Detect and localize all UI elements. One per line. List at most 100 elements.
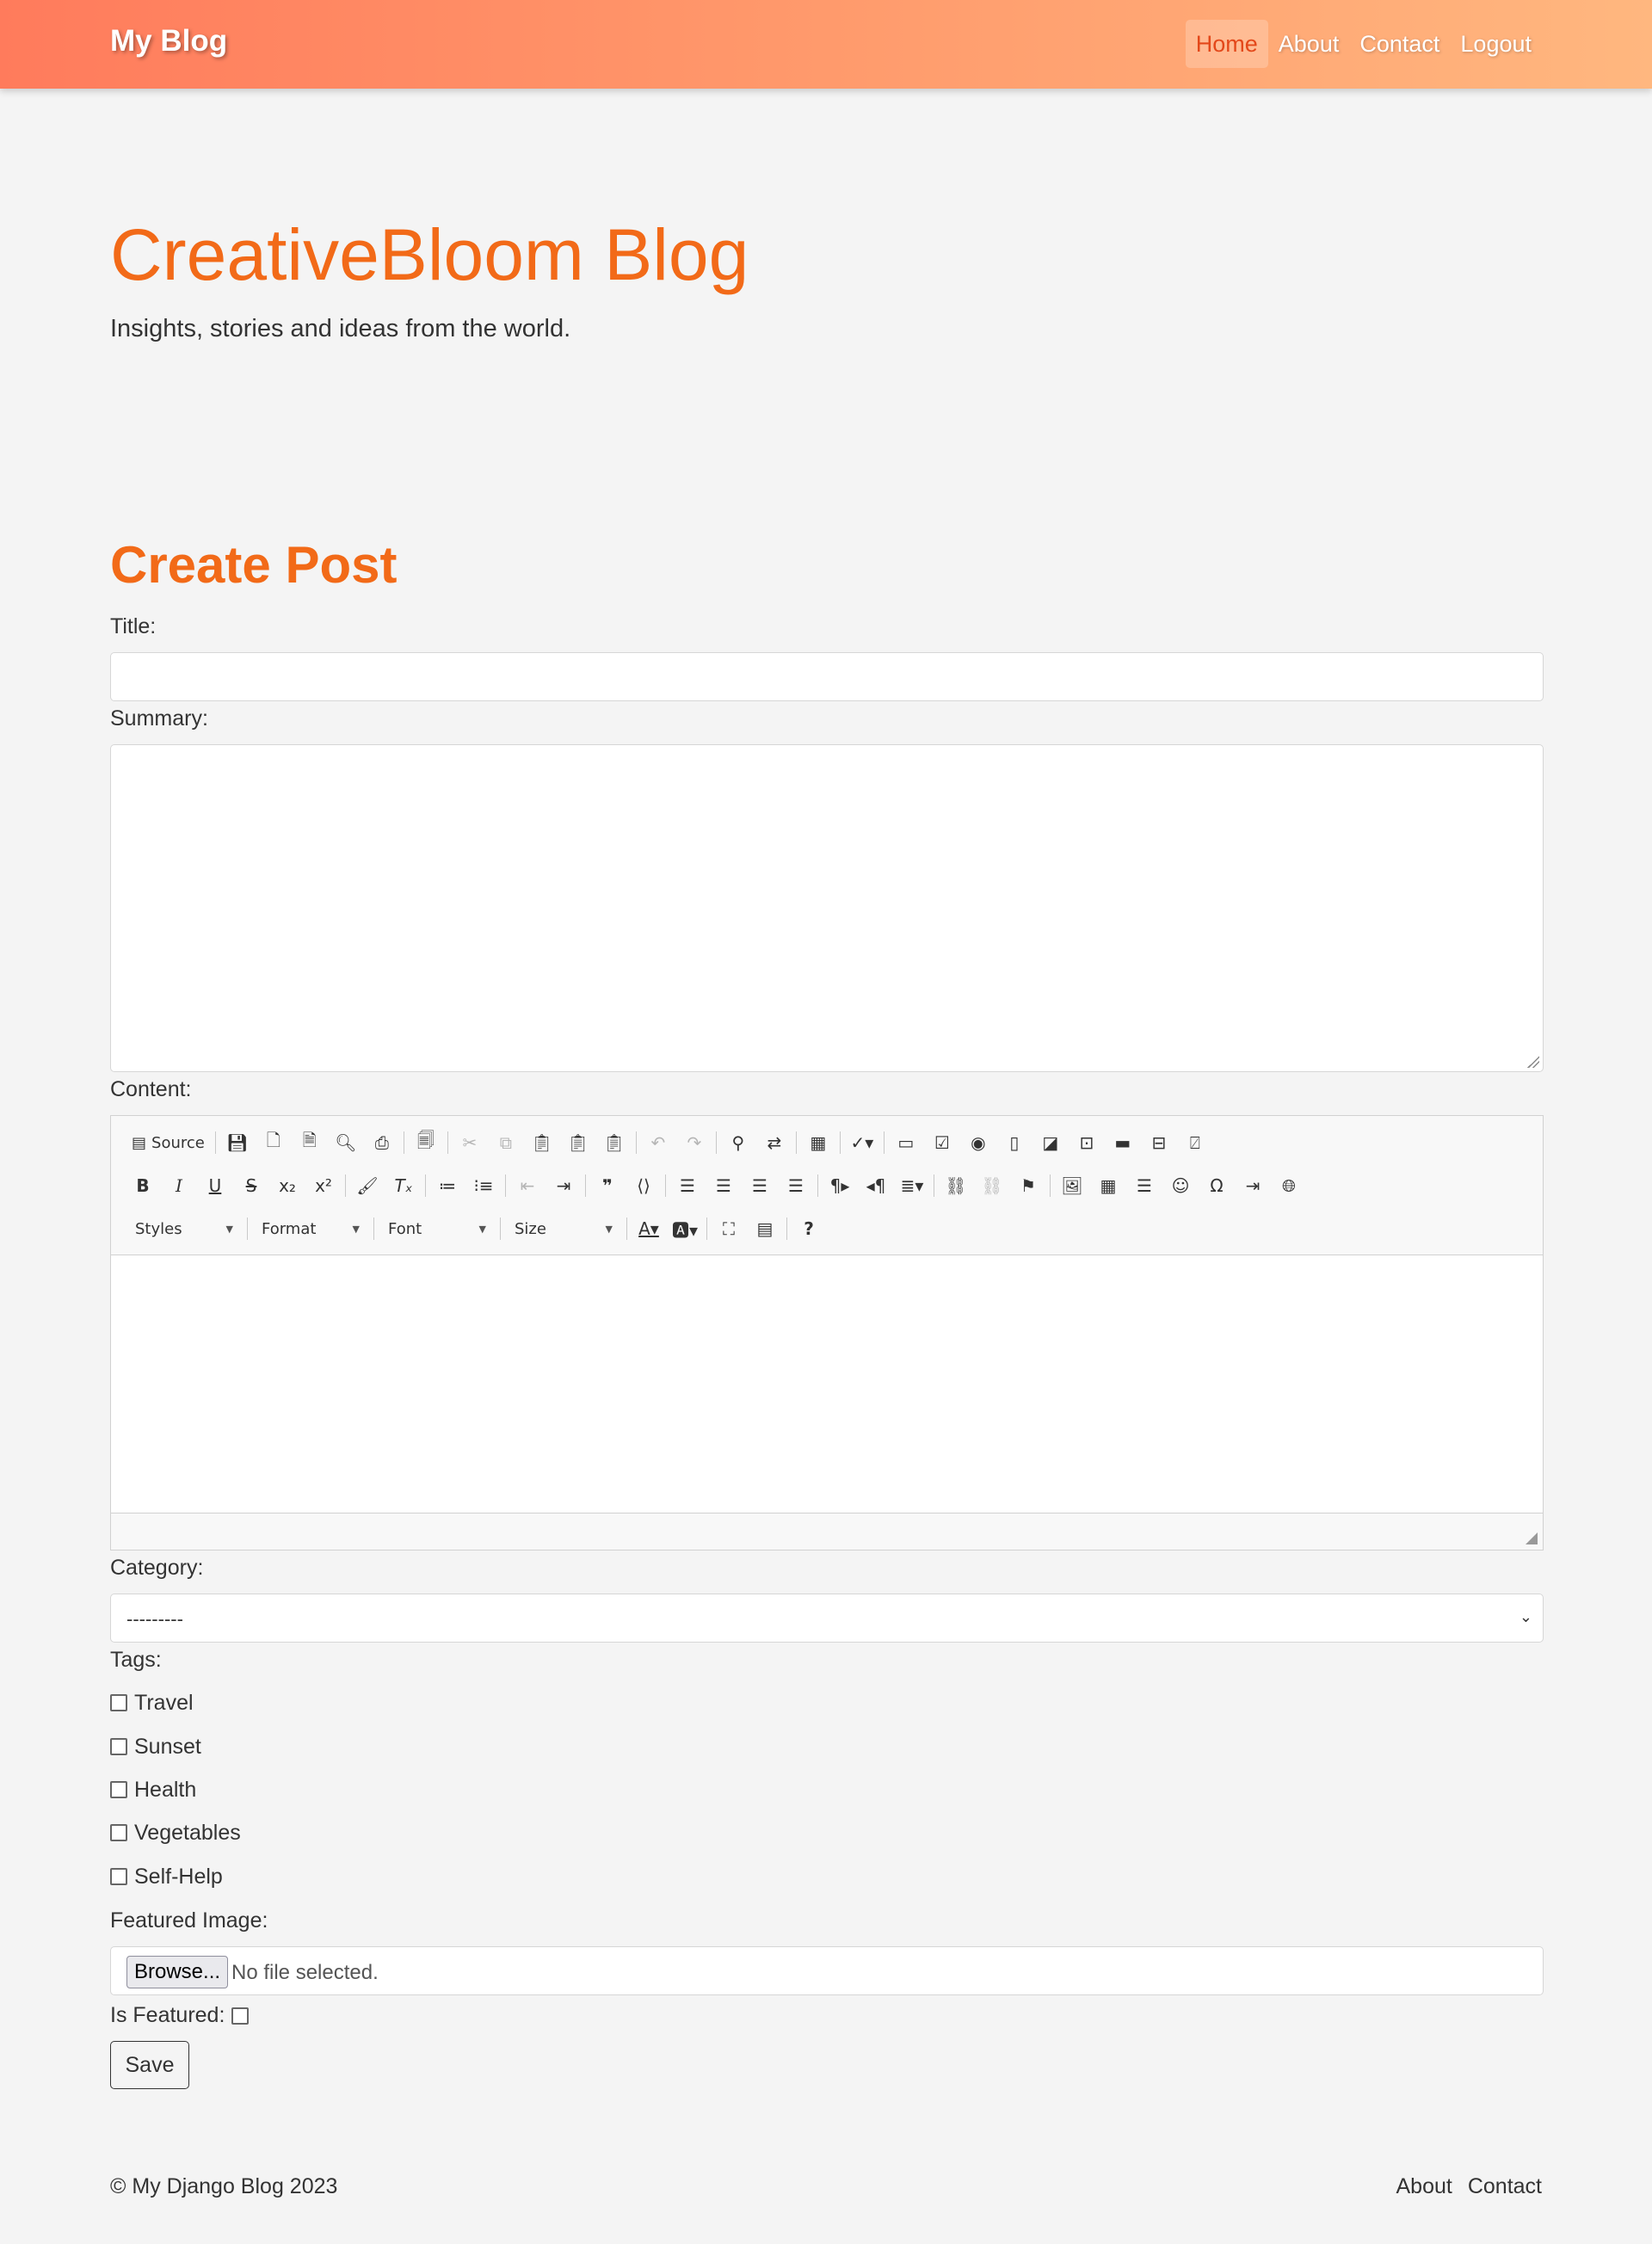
background-color-icon[interactable]: 🅰︎▾ [667,1212,703,1245]
redo-icon[interactable]: ↷ [676,1126,712,1159]
indent-icon[interactable]: ⇥ [546,1169,582,1202]
tag-checkbox[interactable] [110,1781,127,1798]
source-button[interactable]: ▤ Source [125,1126,212,1159]
tag-checkbox[interactable] [110,1694,127,1711]
unlink-icon[interactable]: ⛓ [974,1169,1010,1202]
textarea-icon[interactable]: ◪ [1032,1126,1069,1159]
footer-contact-link[interactable]: Contact [1468,2174,1542,2199]
tag-option-travel[interactable]: Travel [110,1690,194,1716]
copy-format-icon[interactable]: 🖌︎ [349,1169,385,1202]
maximize-icon[interactable]: ⛶ [711,1212,747,1245]
page-break-icon[interactable]: ⇥ [1235,1169,1271,1202]
language-icon[interactable]: ≣▾ [894,1169,930,1202]
tag-option-self-help[interactable]: Self-Help [110,1864,223,1890]
subscript-icon[interactable]: x₂ [269,1169,305,1202]
tag-option-health[interactable]: Health [110,1777,196,1803]
nav-home-link[interactable]: Home [1185,20,1268,68]
blockquote-icon[interactable]: ❞ [589,1169,626,1202]
tag-option-vegetables[interactable]: Vegetables [110,1820,241,1846]
show-blocks-icon[interactable]: ▤ [747,1212,783,1245]
replace-icon[interactable]: ⇄ [756,1126,792,1159]
text-color-icon[interactable]: A▾ [631,1212,667,1245]
styles-dropdown[interactable]: Styles ▼ [125,1214,243,1243]
nav-logout-link[interactable]: Logout [1450,20,1542,68]
align-center-icon[interactable]: ☰ [706,1169,742,1202]
bold-icon[interactable]: B [125,1169,161,1202]
text-direction-ltr-icon[interactable]: ¶▸ [822,1169,858,1202]
spellcheck-icon[interactable]: ✓▾ [844,1126,880,1159]
hero-subtitle: Insights, stories and ideas from the wor… [110,315,571,342]
browse-button[interactable]: Browse... [126,1956,229,1988]
tag-checkbox[interactable] [110,1868,127,1885]
category-select[interactable]: --------- ⌄ [110,1594,1544,1643]
dropdown-arrow-icon: ▼ [225,1223,233,1235]
nav-about-link[interactable]: About [1268,20,1350,68]
smiley-icon[interactable]: ☺ [1162,1169,1199,1202]
save-icon[interactable]: 💾︎ [219,1126,256,1159]
size-dropdown[interactable]: Size ▼ [504,1214,623,1243]
format-dropdown[interactable]: Format ▼ [251,1214,370,1243]
horizontal-line-icon[interactable]: ☰ [1126,1169,1162,1202]
strikethrough-icon[interactable]: S [233,1169,269,1202]
hidden-field-icon[interactable]: ⍁ [1177,1126,1213,1159]
numbered-list-icon[interactable]: ≔ [429,1169,465,1202]
paste-text-icon[interactable]: 📋︎ [560,1126,596,1159]
footer-about-link[interactable]: About [1396,2174,1452,2199]
special-char-icon[interactable]: Ω [1199,1169,1235,1202]
bulleted-list-icon[interactable]: ⁝≡ [465,1169,502,1202]
tag-checkbox[interactable] [110,1738,127,1755]
tag-option-sunset[interactable]: Sunset [110,1734,201,1760]
editor-resize-icon[interactable] [1526,1532,1538,1544]
radio-icon[interactable]: ◉ [960,1126,996,1159]
font-dropdown[interactable]: Font ▼ [378,1214,496,1243]
preview-icon[interactable]: 🔍︎ [328,1126,364,1159]
anchor-flag-icon[interactable]: ⚑ [1010,1169,1046,1202]
print-icon[interactable]: ⎙ [364,1126,400,1159]
outdent-icon[interactable]: ⇤ [509,1169,546,1202]
resize-grip-icon[interactable] [1527,1056,1539,1068]
div-container-icon[interactable]: ⟨⟩ [626,1169,662,1202]
source-icon: ▤ [132,1133,147,1152]
save-button[interactable]: Save [110,2041,189,2089]
paste-icon[interactable]: 📋︎ [524,1126,560,1159]
cut-icon[interactable]: ✂ [452,1126,488,1159]
nav-contact-link[interactable]: Contact [1349,20,1450,68]
underline-icon[interactable]: U [197,1169,233,1202]
brand-logo[interactable]: My Blog [110,24,227,59]
align-left-icon[interactable]: ☰ [669,1169,706,1202]
toolbar-separator [626,1218,627,1240]
remove-format-icon[interactable]: Tₓ [385,1169,422,1202]
table-icon[interactable]: ▦ [1090,1169,1126,1202]
iframe-globe-icon[interactable]: 🌐︎ [1271,1169,1307,1202]
new-page-icon[interactable]: 🗋 [256,1126,292,1159]
select-field-icon[interactable]: ⊡ [1069,1126,1105,1159]
find-icon[interactable]: ⚲ [720,1126,756,1159]
select-all-icon[interactable]: ▦ [800,1126,836,1159]
image-button-icon[interactable]: ⊟ [1141,1126,1177,1159]
button-icon[interactable]: ▬ [1105,1126,1141,1159]
tag-checkbox[interactable] [110,1824,127,1841]
featured-image-input: Browse... No file selected. [110,1946,1544,1995]
form-icon[interactable]: ▭ [888,1126,924,1159]
superscript-icon[interactable]: x² [305,1169,342,1202]
text-direction-rtl-icon[interactable]: ◂¶ [858,1169,894,1202]
link-icon[interactable]: ⛓ [938,1169,974,1202]
summary-textarea[interactable] [110,744,1544,1072]
help-icon[interactable]: ? [791,1212,827,1245]
image-icon[interactable]: 🖼︎ [1054,1169,1090,1202]
align-justify-icon[interactable]: ☰ [778,1169,814,1202]
copy-icon[interactable]: ⧉ [488,1126,524,1159]
is-featured-checkbox[interactable] [231,2007,250,2025]
templates-icon[interactable]: 🗐 [408,1126,444,1159]
editor-content-area[interactable] [111,1255,1543,1513]
italic-icon[interactable]: I [161,1169,197,1202]
title-input[interactable] [110,652,1544,701]
text-field-icon[interactable]: ▯ [996,1126,1032,1159]
paste-word-icon[interactable]: 📋︎ [596,1126,632,1159]
undo-icon[interactable]: ↶ [640,1126,676,1159]
export-pdf-icon[interactable]: 🗎 [292,1126,328,1159]
align-right-icon[interactable]: ☰ [742,1169,778,1202]
footer-copyright: © My Django Blog 2023 [110,2174,338,2198]
toolbar-separator [715,1131,717,1154]
checkbox-icon[interactable]: ☑ [924,1126,960,1159]
